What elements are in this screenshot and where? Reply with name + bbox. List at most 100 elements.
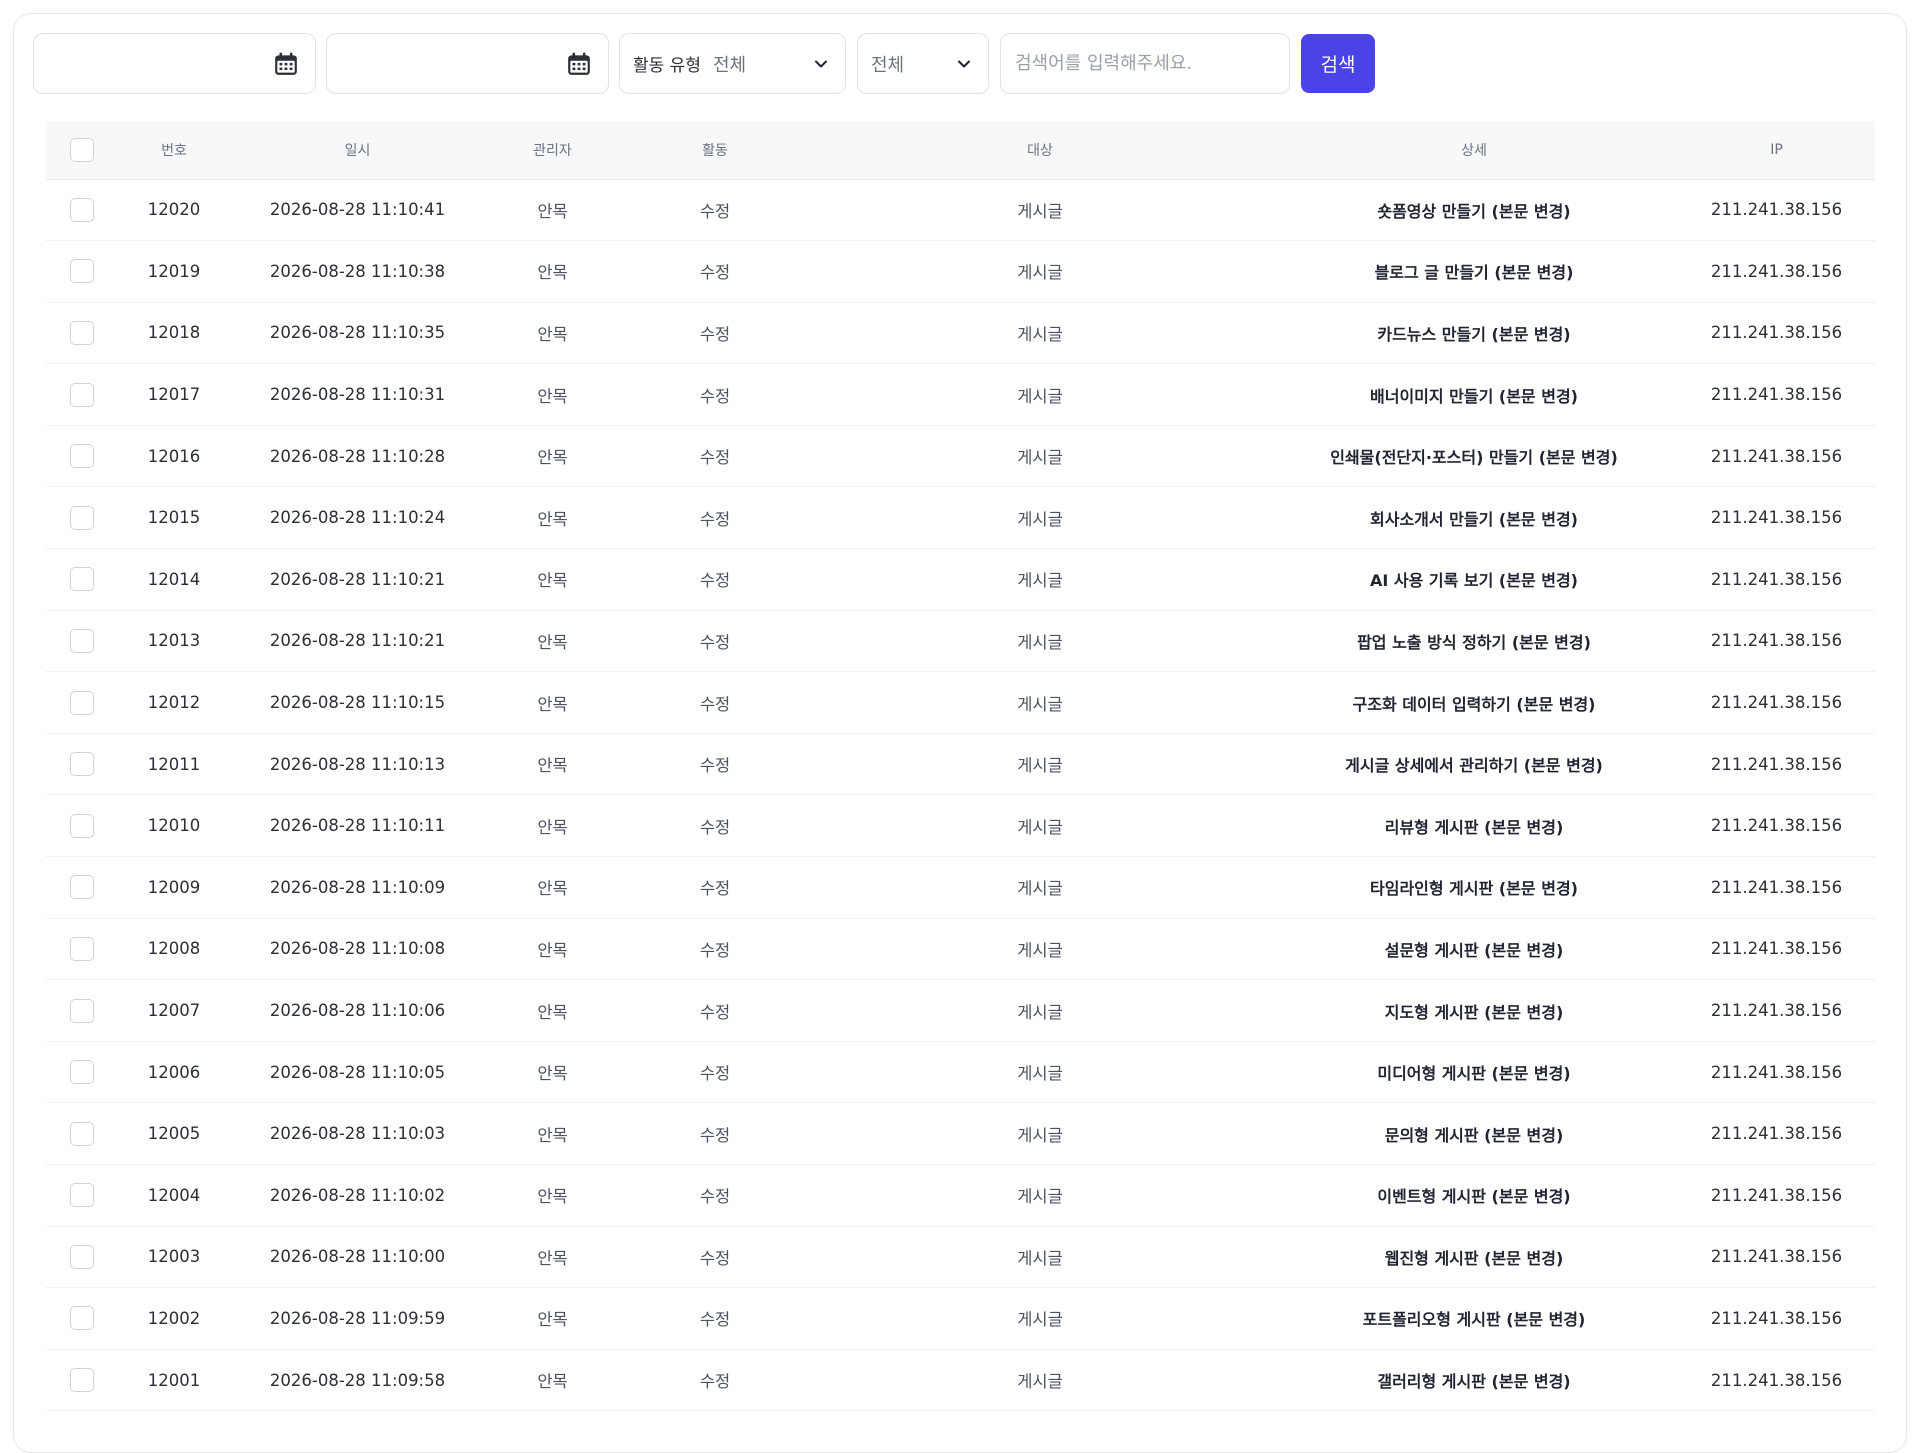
cell-detail[interactable]: 게시글 상세에서 관리하기 (본문 변경) bbox=[1270, 733, 1678, 796]
cell-number: 12005 bbox=[118, 1102, 230, 1165]
cell-detail[interactable]: 갤러리형 게시판 (본문 변경) bbox=[1270, 1349, 1678, 1412]
cell-number: 12004 bbox=[118, 1164, 230, 1227]
table-row[interactable]: 12005 2026-08-28 11:10:03 안목 수정 게시글 문의형 게시판 (… bbox=[46, 1102, 1875, 1165]
cell-activity: 수정 bbox=[620, 179, 810, 242]
table-row[interactable]: 12010 2026-08-28 11:10:11 안목 수정 게시글 리뷰형 게시판 (… bbox=[46, 794, 1875, 858]
table-row[interactable]: 12009 2026-08-28 11:10:09 안목 수정 게시글 타임라인형 게시판… bbox=[46, 856, 1875, 919]
select-all-checkbox[interactable] bbox=[70, 137, 94, 162]
cell-detail[interactable]: 웹진형 게시판 (본문 변경) bbox=[1270, 1226, 1678, 1289]
cell-datetime: 2026-08-28 11:10:38 bbox=[230, 240, 485, 303]
cell-detail[interactable]: 포트폴리오형 게시판 (본문 변경) bbox=[1270, 1287, 1678, 1350]
row-checkbox[interactable] bbox=[70, 382, 94, 407]
row-checkbox[interactable] bbox=[70, 197, 94, 222]
start-date-input[interactable] bbox=[33, 33, 316, 94]
cell-detail[interactable]: 숏폼영상 만들기 (본문 변경) bbox=[1270, 179, 1678, 242]
row-checkbox[interactable] bbox=[70, 1244, 94, 1269]
cell-ip: 211.241.38.156 bbox=[1678, 733, 1875, 796]
table-row[interactable]: 12002 2026-08-28 11:09:59 안목 수정 게시글 포트폴리오형 게시… bbox=[46, 1287, 1875, 1350]
select-all-cell bbox=[46, 121, 118, 180]
cell-detail[interactable]: 리뷰형 게시판 (본문 변경) bbox=[1270, 794, 1678, 858]
cell-activity: 수정 bbox=[620, 1164, 810, 1227]
cell-activity: 수정 bbox=[620, 240, 810, 303]
header-detail[interactable]: 상세 bbox=[1270, 121, 1678, 180]
cell-detail[interactable]: 문의형 게시판 (본문 변경) bbox=[1270, 1102, 1678, 1165]
header-ip[interactable]: IP bbox=[1678, 121, 1875, 180]
row-checkbox[interactable] bbox=[70, 1183, 94, 1208]
table-row[interactable]: 12003 2026-08-28 11:10:00 안목 수정 게시글 웹진형 게시판 (… bbox=[46, 1226, 1875, 1289]
row-checkbox[interactable] bbox=[70, 259, 94, 284]
cell-detail[interactable]: 인쇄물(전단지·포스터) 만들기 (본문 변경) bbox=[1270, 425, 1678, 488]
cell-number: 12020 bbox=[118, 179, 230, 242]
cell-detail[interactable]: 미디어형 게시판 (본문 변경) bbox=[1270, 1041, 1678, 1104]
cell-detail[interactable]: 카드뉴스 만들기 (본문 변경) bbox=[1270, 302, 1678, 365]
cell-admin: 안목 bbox=[485, 610, 620, 673]
table-row[interactable]: 12018 2026-08-28 11:10:35 안목 수정 게시글 카드뉴스 만들기 … bbox=[46, 302, 1875, 365]
chevron-down-icon bbox=[815, 60, 827, 68]
table-row[interactable]: 12006 2026-08-28 11:10:05 안목 수정 게시글 미디어형 게시판 … bbox=[46, 1041, 1875, 1104]
cell-detail[interactable]: AI 사용 기록 보기 (본문 변경) bbox=[1270, 548, 1678, 611]
cell-detail[interactable]: 타임라인형 게시판 (본문 변경) bbox=[1270, 856, 1678, 919]
cell-number: 12009 bbox=[118, 856, 230, 919]
table-row[interactable]: 12001 2026-08-28 11:09:58 안목 수정 게시글 갤러리형 게시판 … bbox=[46, 1349, 1875, 1412]
row-checkbox[interactable] bbox=[70, 505, 94, 530]
row-checkbox[interactable] bbox=[70, 444, 94, 469]
cell-detail[interactable]: 이벤트형 게시판 (본문 변경) bbox=[1270, 1164, 1678, 1227]
cell-detail[interactable]: 구조화 데이터 입력하기 (본문 변경) bbox=[1270, 671, 1678, 734]
table-row[interactable]: 12017 2026-08-28 11:10:31 안목 수정 게시글 배너이미지 만들기… bbox=[46, 363, 1875, 426]
cell-detail[interactable]: 회사소개서 만들기 (본문 변경) bbox=[1270, 486, 1678, 550]
cell-datetime: 2026-08-28 11:10:31 bbox=[230, 363, 485, 426]
header-target[interactable]: 대상 bbox=[810, 121, 1270, 180]
cell-number: 12001 bbox=[118, 1349, 230, 1412]
header-datetime[interactable]: 일시 bbox=[230, 121, 485, 180]
row-checkbox[interactable] bbox=[70, 1368, 94, 1393]
activity-type-select[interactable]: 활동 유형 전체 bbox=[619, 33, 846, 94]
table-row[interactable]: 12019 2026-08-28 11:10:38 안목 수정 게시글 블로그 글 만들기… bbox=[46, 240, 1875, 303]
end-date-input[interactable] bbox=[326, 33, 609, 94]
table-row[interactable]: 12008 2026-08-28 11:10:08 안목 수정 게시글 설문형 게시판 (… bbox=[46, 918, 1875, 981]
header-number[interactable]: 번호 bbox=[118, 121, 230, 180]
table-row[interactable]: 12020 2026-08-28 11:10:41 안목 수정 게시글 숏폼영상 만들기 … bbox=[46, 179, 1875, 242]
table-row[interactable]: 12007 2026-08-28 11:10:06 안목 수정 게시글 지도형 게시판 (… bbox=[46, 979, 1875, 1042]
cell-detail[interactable]: 설문형 게시판 (본문 변경) bbox=[1270, 918, 1678, 981]
table-row[interactable]: 12011 2026-08-28 11:10:13 안목 수정 게시글 게시글 상세에서 … bbox=[46, 733, 1875, 796]
table-row[interactable]: 12015 2026-08-28 11:10:24 안목 수정 게시글 회사소개서 만들기… bbox=[46, 486, 1875, 550]
calendar-icon[interactable] bbox=[566, 51, 592, 77]
row-checkbox[interactable] bbox=[70, 1060, 94, 1085]
cell-detail[interactable]: 블로그 글 만들기 (본문 변경) bbox=[1270, 240, 1678, 303]
row-checkbox[interactable] bbox=[70, 813, 94, 838]
row-checkbox-cell bbox=[46, 918, 118, 981]
cell-detail[interactable]: 팝업 노출 방식 정하기 (본문 변경) bbox=[1270, 610, 1678, 673]
row-checkbox[interactable] bbox=[70, 998, 94, 1023]
table-row[interactable]: 12013 2026-08-28 11:10:21 안목 수정 게시글 팝업 노출 방식 … bbox=[46, 610, 1875, 673]
cell-activity: 수정 bbox=[620, 1287, 810, 1350]
header-admin[interactable]: 관리자 bbox=[485, 121, 620, 180]
cell-activity: 수정 bbox=[620, 548, 810, 611]
row-checkbox[interactable] bbox=[70, 320, 94, 345]
row-checkbox[interactable] bbox=[70, 875, 94, 900]
activity-type-value: 전체 bbox=[712, 54, 747, 76]
table-row[interactable]: 12004 2026-08-28 11:10:02 안목 수정 게시글 이벤트형 게시판 … bbox=[46, 1164, 1875, 1227]
row-checkbox-cell bbox=[46, 425, 118, 488]
table-row[interactable]: 12016 2026-08-28 11:10:28 안목 수정 게시글 인쇄물(전단지·포… bbox=[46, 425, 1875, 488]
row-checkbox[interactable] bbox=[70, 752, 94, 777]
row-checkbox-cell bbox=[46, 179, 118, 242]
cell-admin: 안목 bbox=[485, 671, 620, 734]
cell-detail[interactable]: 지도형 게시판 (본문 변경) bbox=[1270, 979, 1678, 1042]
scope-select[interactable]: 전체 bbox=[857, 33, 989, 94]
cell-target: 게시글 bbox=[810, 486, 1270, 550]
row-checkbox[interactable] bbox=[70, 1121, 94, 1146]
cell-number: 12014 bbox=[118, 548, 230, 611]
row-checkbox[interactable] bbox=[70, 1306, 94, 1331]
table-row[interactable]: 12014 2026-08-28 11:10:21 안목 수정 게시글 AI 사용 기록 … bbox=[46, 548, 1875, 611]
calendar-icon[interactable] bbox=[273, 51, 299, 77]
row-checkbox[interactable] bbox=[70, 567, 94, 592]
row-checkbox[interactable] bbox=[70, 690, 94, 715]
cell-activity: 수정 bbox=[620, 1102, 810, 1165]
search-button[interactable]: 검색 bbox=[1301, 34, 1375, 93]
row-checkbox[interactable] bbox=[70, 936, 94, 961]
row-checkbox[interactable] bbox=[70, 628, 94, 653]
search-input[interactable] bbox=[1000, 33, 1290, 94]
table-row[interactable]: 12012 2026-08-28 11:10:15 안목 수정 게시글 구조화 데이터 입… bbox=[46, 671, 1875, 734]
cell-detail[interactable]: 배너이미지 만들기 (본문 변경) bbox=[1270, 363, 1678, 426]
header-activity[interactable]: 활동 bbox=[620, 121, 810, 180]
